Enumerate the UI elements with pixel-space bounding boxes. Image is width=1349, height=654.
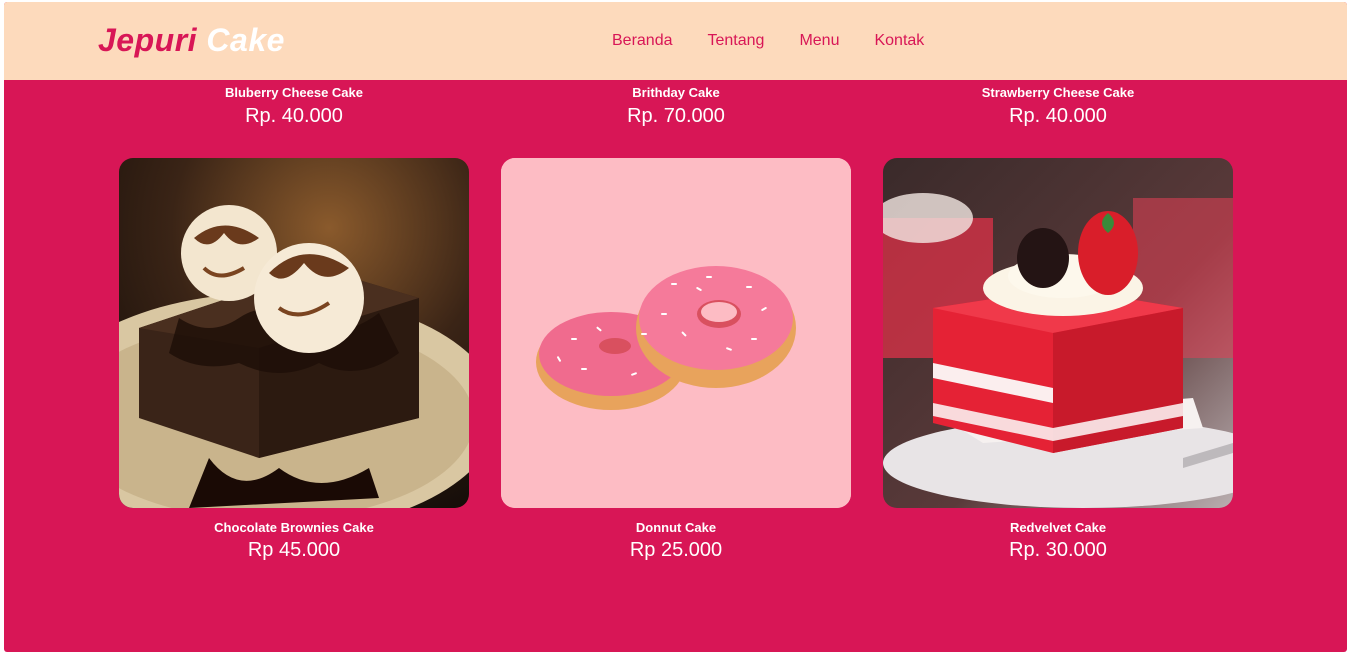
brand-logo[interactable]: Jepuri Cake xyxy=(98,22,285,59)
page-frame: Bluberry Cheese Cake Rp. 40.000 Brithday… xyxy=(4,2,1347,652)
nav-menu: Beranda Tentang Menu Kontak xyxy=(612,32,959,50)
nav-link-menu[interactable]: Menu xyxy=(799,32,839,50)
product-name: Redvelvet Cake xyxy=(1009,520,1107,535)
product-price: Rp 25.000 xyxy=(629,539,723,561)
product-price: Rp 45.000 xyxy=(247,539,341,561)
brownie-icon[interactable] xyxy=(119,158,469,508)
product-card-top: Bluberry Cheese Cake Rp. 40.000 xyxy=(119,80,469,130)
product-price: Rp. 40.000 xyxy=(1009,105,1107,127)
brand-name-part1: Jepuri xyxy=(98,22,198,58)
product-card: Donnut Cake Rp 25.000 xyxy=(501,158,851,568)
product-price: Rp. 70.000 xyxy=(627,105,725,127)
product-card-top: Strawberry Cheese Cake Rp. 40.000 xyxy=(883,80,1233,130)
donut-icon[interactable] xyxy=(501,158,851,508)
product-card: Redvelvet Cake Rp. 30.000 xyxy=(883,158,1233,568)
product-name: Bluberry Cheese Cake xyxy=(224,85,363,100)
nav-link-kontak[interactable]: Kontak xyxy=(874,32,924,50)
nav-link-beranda[interactable]: Beranda xyxy=(612,32,673,50)
product-card: Chocolate Brownies Cake Rp 45.000 xyxy=(119,158,469,568)
product-name: Strawberry Cheese Cake xyxy=(981,85,1135,100)
product-name: Chocolate Brownies Cake xyxy=(214,520,374,535)
navbar: Jepuri Cake Beranda Tentang Menu Kontak xyxy=(4,2,1347,80)
red-velvet-cake-icon[interactable] xyxy=(883,158,1233,508)
product-price: Rp. 40.000 xyxy=(245,105,343,127)
brand-name-part2: Cake xyxy=(206,22,285,58)
product-name: Donnut Cake xyxy=(635,520,717,535)
product-name: Brithday Cake xyxy=(632,85,720,100)
nav-link-tentang[interactable]: Tentang xyxy=(708,32,765,50)
product-price: Rp. 30.000 xyxy=(1009,539,1107,561)
product-card-top: Brithday Cake Rp. 70.000 xyxy=(501,80,851,130)
